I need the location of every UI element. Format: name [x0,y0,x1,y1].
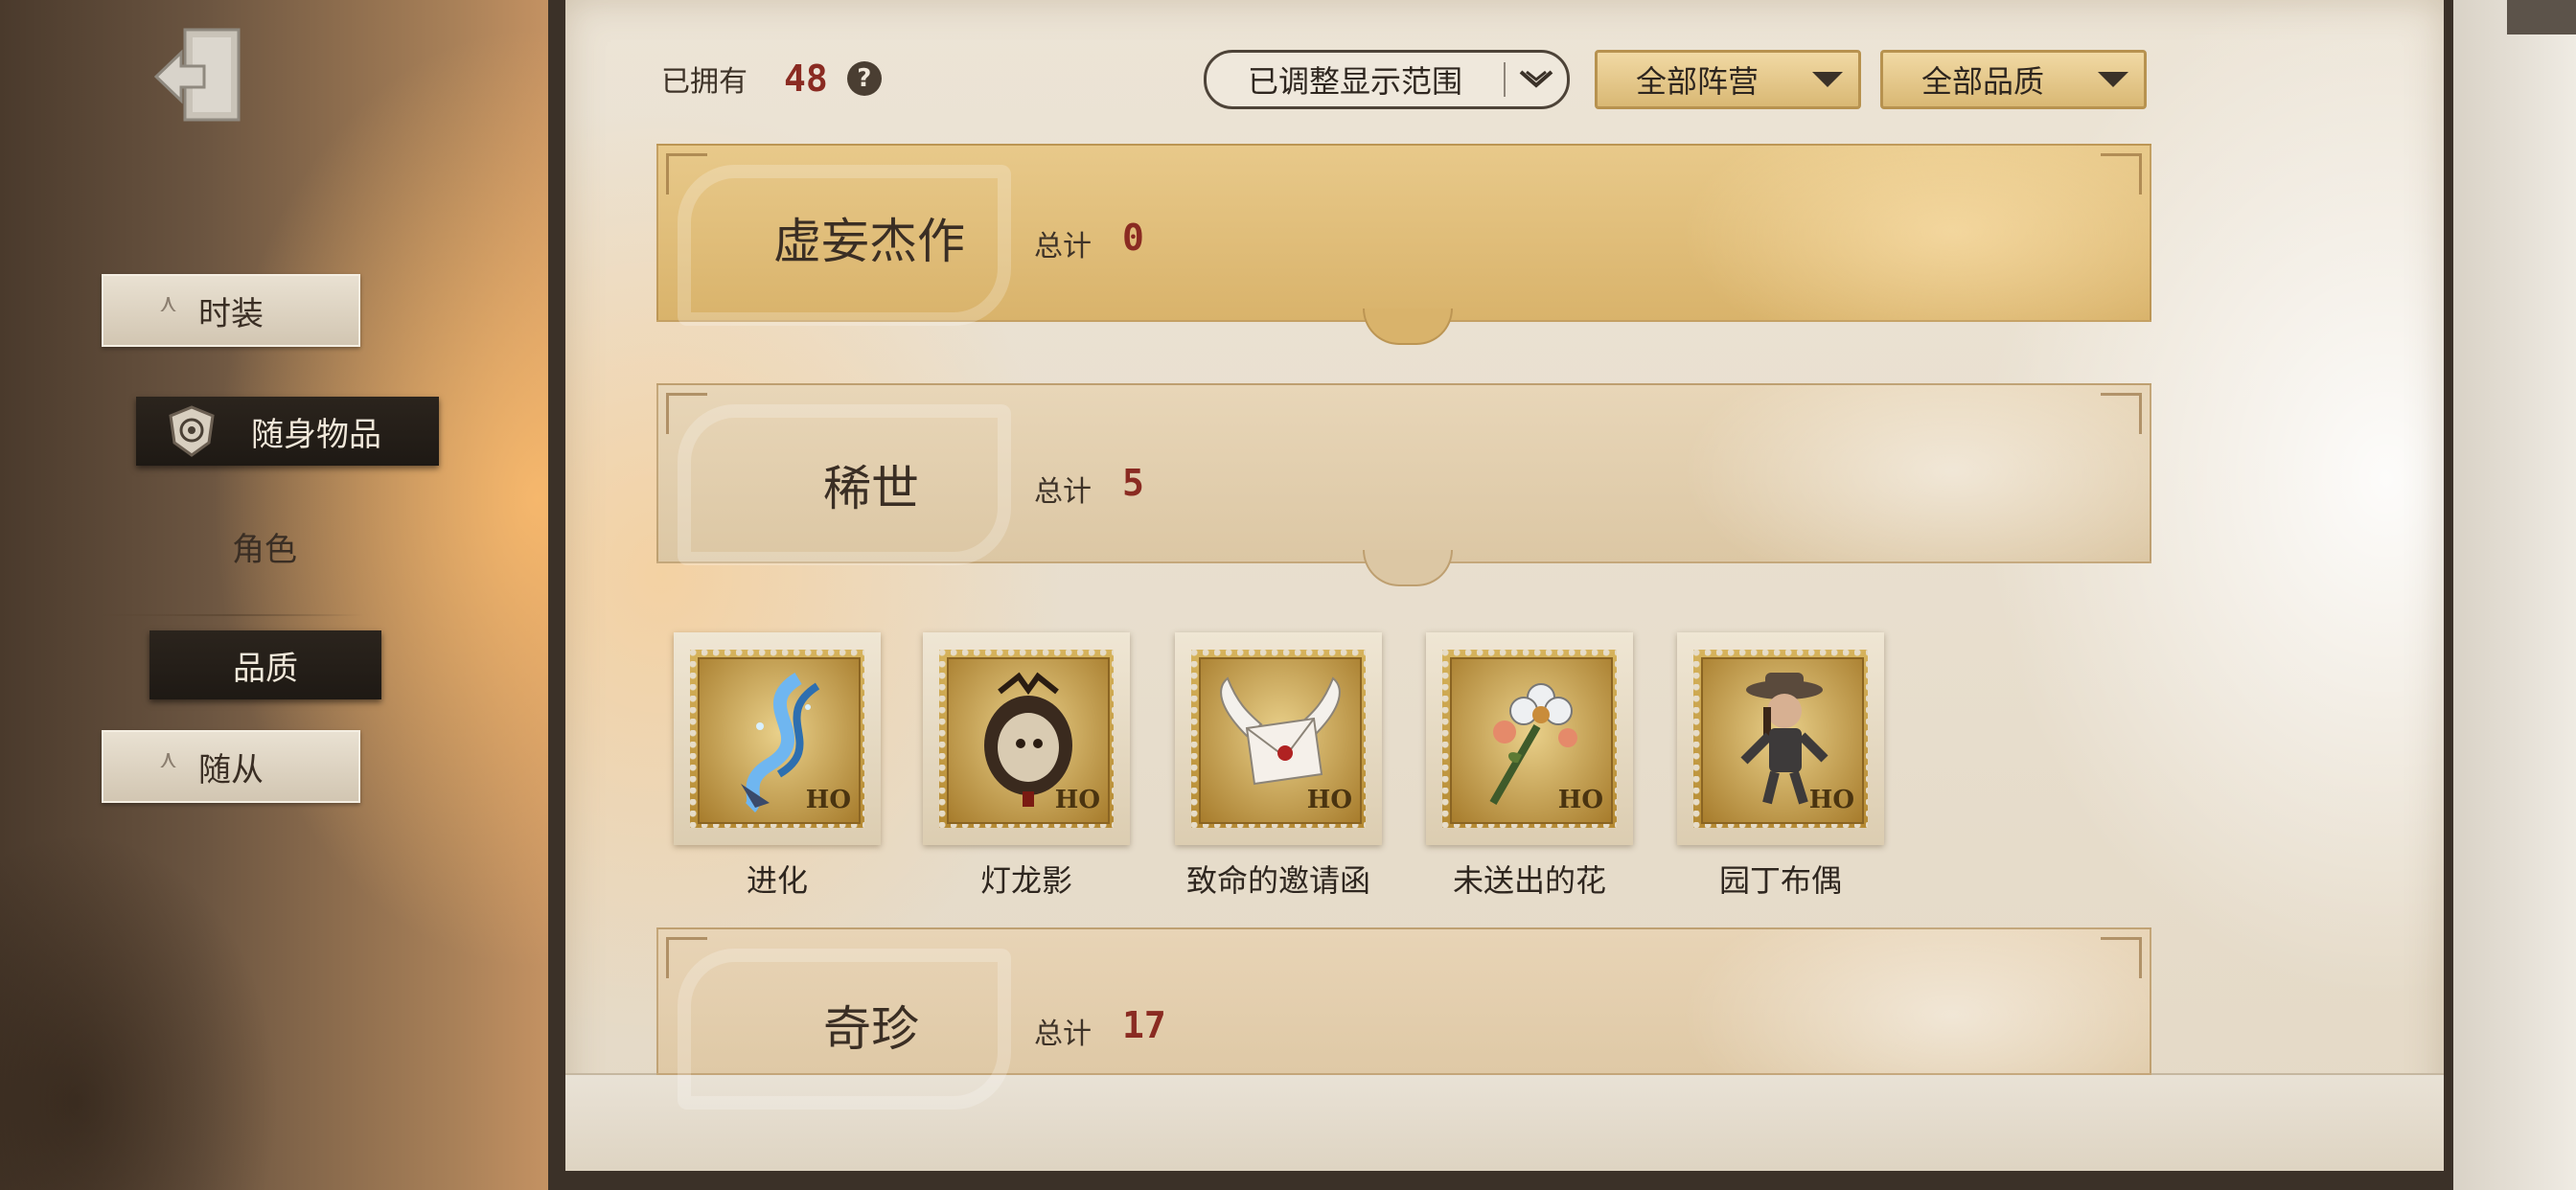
section-total-count: 5 [1122,462,1144,504]
section-title: 奇珍 [823,1001,919,1057]
section-title: 稀世 [823,461,919,516]
corner-ornament [2101,393,2142,434]
tab-marker-icon: ⋏ [159,289,178,318]
stamp-denomination: HO [1054,786,1100,814]
sidebar-item-followers[interactable]: ⋏ 随从 [102,730,360,803]
item-stamp: HO [1442,650,1617,828]
item-stamp-frame: HO [1175,632,1382,845]
sidebar-item-quality[interactable]: 品质 [150,630,381,699]
section-header-rare[interactable]: 稀世 总计 5 [656,383,2151,586]
sidebar-divider [96,614,364,616]
sidebar [0,0,565,1190]
owned-counter: 已拥有 48 ? [661,57,882,100]
chevron-down-icon [1506,68,1567,91]
stamp-denomination: HO [1306,786,1352,814]
stamp-artwork: HO [1450,657,1613,824]
tab-marker-icon: ⋏ [159,745,178,774]
stamp-denomination: HO [1808,786,1854,814]
item-card[interactable]: HO 进化 [673,632,882,901]
item-stamp: HO [1693,650,1868,828]
sidebar-item-label: 品质 [233,649,298,688]
stamp-artwork: HO [698,657,861,824]
item-card[interactable]: HO 园丁布偶 [1676,632,1885,901]
section-title: 虚妄杰作 [773,214,965,269]
sidebar-item-label: 随身物品 [251,415,381,454]
stamp-artwork: HO [1701,657,1864,824]
sidebar-item-character[interactable]: 角色 [140,512,389,581]
faction-filter-dropdown[interactable]: 全部阵营 [1595,50,1861,109]
item-stamp: HO [1191,650,1366,828]
dropdown-label: 已调整显示范围 [1247,63,1462,100]
section-header-masterpiece[interactable]: 虚妄杰作 总计 0 [656,144,2151,345]
item-stamp-frame: HO [1426,632,1633,845]
section-total-count: 0 [1122,217,1144,259]
item-name: 灯龙影 [979,862,1072,899]
corner-ornament [666,393,707,434]
chevron-down-icon [1797,68,1858,91]
paper-edge [2453,0,2576,1190]
item-stamp: HO [939,650,1114,828]
sidebar-item-fashion[interactable]: ⋏ 时装 [102,274,360,347]
section-total-label: 总计 [1034,230,1092,263]
section-total-count: 17 [1122,1004,1166,1046]
exit-door-icon [153,28,241,122]
dropdown-separator [1504,62,1506,97]
paper-tab [2507,0,2576,34]
item-stamp-frame: HO [1677,632,1884,845]
dropdown-label: 全部品质 [1920,63,2044,100]
item-name: 未送出的花 [1452,862,1606,899]
dropdown-label: 全部阵营 [1635,63,1759,100]
item-card[interactable]: HO 灯龙影 [922,632,1131,901]
sidebar-item-label: 时装 [198,294,264,333]
section-header-treasure[interactable]: 奇珍 总计 17 [656,927,2151,1110]
stamp-artwork: HO [1199,657,1362,824]
display-range-dropdown[interactable]: 已调整显示范围 [1204,50,1570,109]
item-name: 致命的邀请函 [1185,862,1370,899]
item-card[interactable]: HO 致命的邀请函 [1174,632,1383,901]
emblem-badge-icon [169,405,215,457]
back-button[interactable] [144,19,259,134]
section-total-label: 总计 [1034,1018,1092,1051]
chevron-down-icon [2082,68,2144,91]
item-stamp-frame: HO [923,632,1130,845]
item-name: 园丁布偶 [1718,862,1842,899]
sidebar-item-accessories[interactable]: 随身物品 [136,397,439,466]
owned-label: 已拥有 [661,65,748,99]
sidebar-item-label: 角色 [232,530,297,569]
item-name: 进化 [746,862,808,899]
stamp-denomination: HO [1557,786,1603,814]
help-icon[interactable]: ? [846,61,882,96]
quality-filter-dropdown[interactable]: 全部品质 [1880,50,2147,109]
corner-ornament [2101,937,2142,978]
corner-ornament [666,937,707,978]
owned-count: 48 [784,57,828,100]
item-card[interactable]: HO 未送出的花 [1425,632,1634,901]
item-stamp: HO [690,650,864,828]
stamp-artwork: HO [947,657,1110,824]
item-stamp-frame: HO [674,632,881,845]
sidebar-item-label: 随从 [198,750,264,790]
corner-ornament [2101,153,2142,195]
corner-ornament [666,153,707,195]
stamp-denomination: HO [805,786,851,814]
section-total-label: 总计 [1034,475,1092,509]
